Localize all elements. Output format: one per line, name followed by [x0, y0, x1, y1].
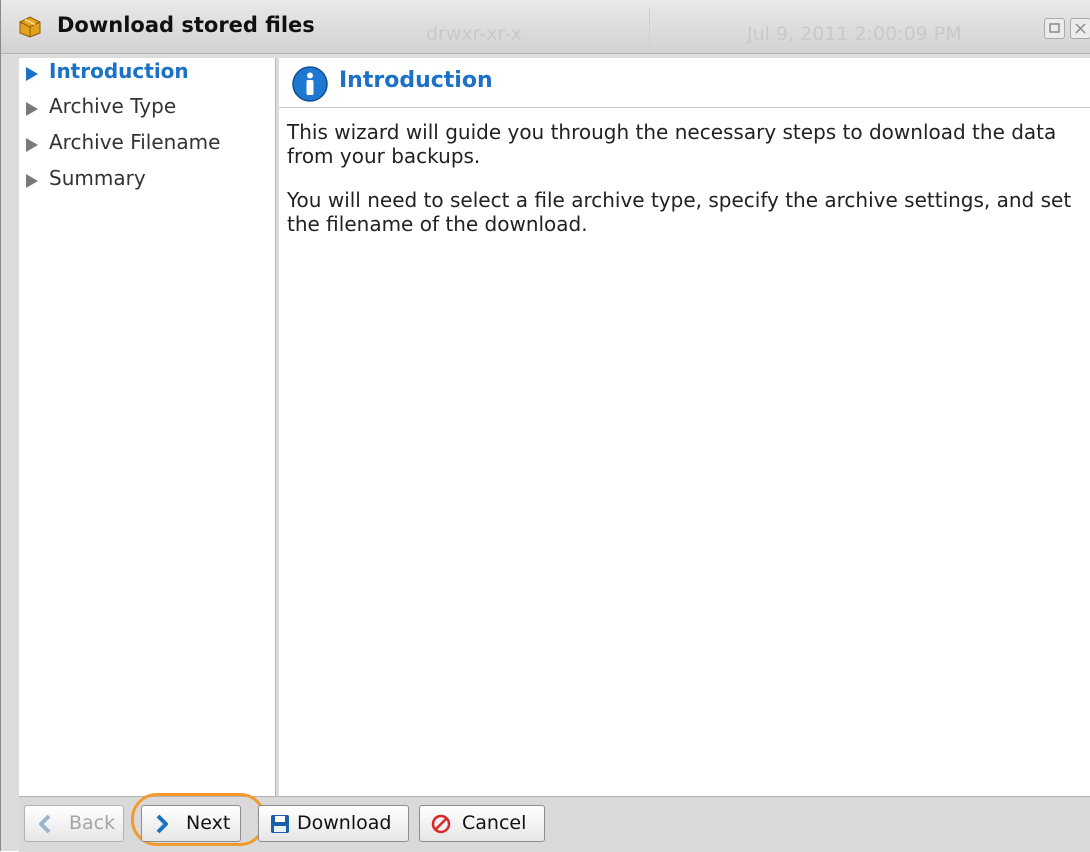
step-label: Introduction	[49, 59, 189, 83]
intro-paragraph: This wizard will guide you through the n…	[287, 120, 1057, 168]
main-content-panel: Introduction This wizard will guide you …	[279, 58, 1090, 796]
step-label: Archive Type	[49, 94, 177, 118]
step-arrow-icon	[26, 174, 38, 188]
step-label: Summary	[49, 166, 146, 190]
step-summary[interactable]: Summary	[19, 165, 274, 199]
back-label: Back	[69, 812, 116, 834]
window-title: Download stored files	[57, 13, 315, 37]
minimize-button[interactable]	[1044, 18, 1065, 39]
background-permissions-text: drwxr-xr-x	[426, 23, 523, 45]
save-disk-icon	[271, 815, 289, 833]
background-date-text: Jul 9, 2011 2:00:09 PM	[747, 23, 962, 45]
step-archive-type[interactable]: Archive Type	[19, 93, 274, 127]
next-button[interactable]: Next	[141, 805, 241, 842]
button-bar: Back Next Download Cancel	[19, 793, 1090, 852]
step-archive-filename[interactable]: Archive Filename	[19, 129, 274, 163]
step-arrow-icon	[26, 102, 38, 116]
close-icon	[1075, 23, 1086, 34]
background-divider	[649, 8, 650, 52]
minimize-icon	[1049, 23, 1060, 33]
chevron-right-icon	[156, 814, 168, 834]
back-button[interactable]: Back	[24, 805, 124, 842]
content-header: Introduction	[279, 58, 1090, 108]
download-label: Download	[297, 812, 392, 834]
cancel-icon	[431, 814, 451, 834]
chevron-left-icon	[39, 814, 51, 834]
step-introduction[interactable]: Introduction	[19, 58, 274, 92]
download-button[interactable]: Download	[258, 805, 409, 842]
cancel-label: Cancel	[462, 812, 527, 834]
step-arrow-icon	[26, 138, 38, 152]
title-bar[interactable]: Download stored files drwxr-xr-x Jul 9, …	[1, 0, 1090, 54]
package-icon	[19, 16, 41, 38]
instructions-paragraph: You will need to select a file archive t…	[287, 188, 1072, 236]
wizard-window: Download stored files drwxr-xr-x Jul 9, …	[0, 0, 1090, 852]
cancel-button[interactable]: Cancel	[419, 805, 545, 842]
step-label: Archive Filename	[49, 130, 221, 154]
next-label: Next	[186, 812, 231, 834]
close-button[interactable]	[1070, 18, 1090, 39]
page-title: Introduction	[339, 68, 493, 93]
step-arrow-icon	[26, 67, 38, 81]
wizard-steps-sidebar: Introduction Archive Type Archive Filena…	[19, 58, 276, 796]
info-icon	[292, 66, 328, 102]
